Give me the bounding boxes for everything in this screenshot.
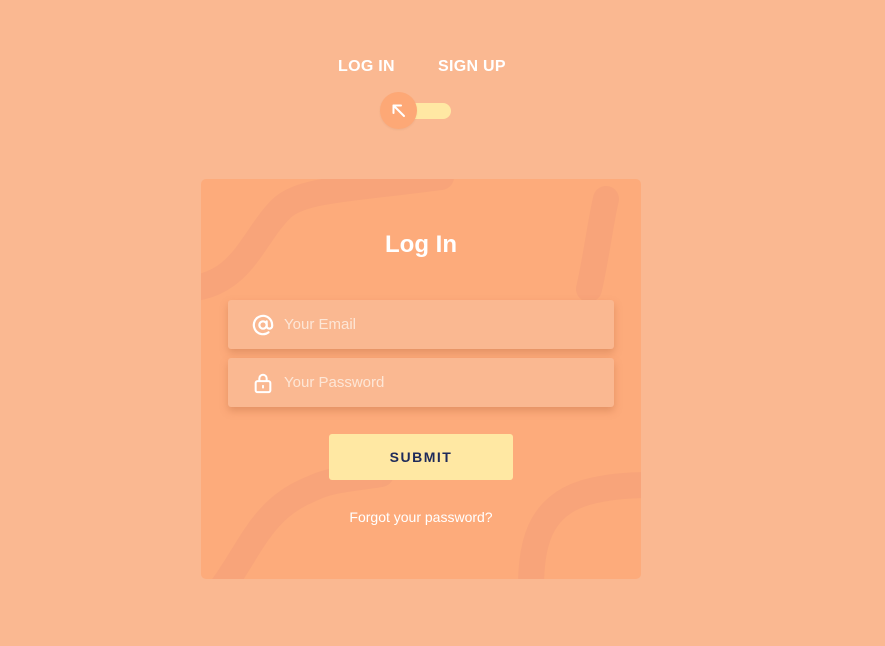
auth-mode-toggle[interactable] bbox=[380, 92, 452, 130]
login-page: LOG IN SIGN UP Log In Your Email SUBMIT … bbox=[0, 0, 885, 646]
arrow-up-left-icon bbox=[392, 104, 405, 117]
lock-icon bbox=[254, 373, 272, 394]
email-field[interactable] bbox=[228, 300, 614, 349]
toggle-knob[interactable] bbox=[380, 92, 417, 129]
submit-button[interactable]: SUBMIT bbox=[329, 434, 513, 480]
tab-sign-up[interactable]: SIGN UP bbox=[438, 58, 506, 76]
tab-log-in[interactable]: LOG IN bbox=[338, 58, 395, 76]
auth-tabs: LOG IN SIGN UP bbox=[0, 58, 885, 78]
password-input[interactable] bbox=[284, 358, 604, 407]
password-field[interactable] bbox=[228, 358, 614, 407]
at-sign-icon bbox=[252, 314, 274, 336]
email-input[interactable] bbox=[284, 300, 604, 349]
login-card: Log In SUBMIT Forgot your password? bbox=[201, 179, 641, 579]
card-title: Log In bbox=[385, 231, 457, 258]
forgot-password-link[interactable]: Forgot your password? bbox=[201, 509, 641, 525]
